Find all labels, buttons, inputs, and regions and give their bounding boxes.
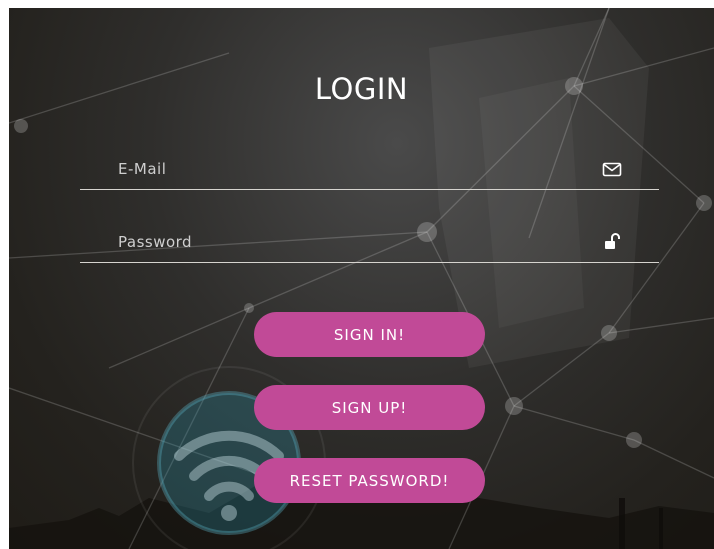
email-input[interactable] bbox=[118, 155, 578, 183]
reset-password-button[interactable]: RESET PASSWORD! bbox=[254, 458, 485, 503]
unlock-icon bbox=[605, 233, 620, 249]
login-panel: LOGIN SIGN IN! SIGN UP! RESET PASSWORD! bbox=[9, 8, 714, 549]
email-field bbox=[80, 149, 659, 190]
sign-up-button[interactable]: SIGN UP! bbox=[254, 385, 485, 430]
password-field bbox=[80, 222, 659, 263]
page-title: LOGIN bbox=[314, 72, 409, 106]
sign-in-button[interactable]: SIGN IN! bbox=[254, 312, 485, 357]
envelope-icon bbox=[602, 162, 622, 177]
password-input[interactable] bbox=[118, 228, 578, 256]
